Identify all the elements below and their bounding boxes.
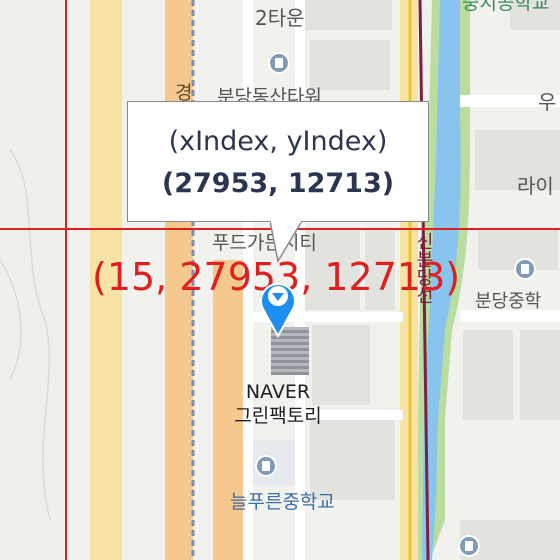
marker-title: NAVER bbox=[245, 381, 311, 403]
callout-value: (27953, 12713) bbox=[161, 168, 395, 199]
location-pin-icon[interactable] bbox=[258, 276, 298, 338]
callout-pointer bbox=[270, 221, 303, 263]
school-poi-icon[interactable] bbox=[514, 258, 536, 280]
school-poi-icon[interactable] bbox=[255, 455, 277, 477]
place-label-lai: 라이 bbox=[517, 174, 554, 198]
school-poi-icon[interactable] bbox=[458, 535, 480, 557]
place-label-neulpureun: 늘푸른중학교 bbox=[230, 491, 335, 513]
place-label-2town: 2타운 bbox=[255, 6, 305, 30]
place-label-bundang-middle: 분당중학 bbox=[475, 291, 542, 312]
marker-subtitle: 그린팩토리 bbox=[234, 405, 322, 427]
map-canvas[interactable]: 2타운 분당동산타워 경 중지공학교 우 라이 푸드가든시티 신분당선 분당중학… bbox=[0, 0, 560, 560]
coordinate-callout: (xIndex, yIndex) (27953, 12713) bbox=[127, 101, 429, 222]
building-poi-icon[interactable] bbox=[268, 52, 290, 74]
place-label-u: 우 bbox=[538, 90, 557, 114]
place-label-top-right: 중지공학교 bbox=[462, 0, 550, 14]
callout-title: (xIndex, yIndex) bbox=[168, 126, 388, 157]
marker-label[interactable]: NAVER 그린팩토리 bbox=[226, 380, 330, 428]
